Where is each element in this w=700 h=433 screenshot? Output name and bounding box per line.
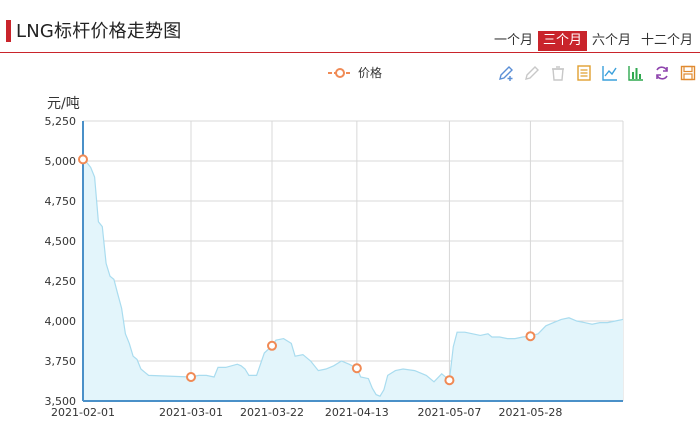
data-point-marker	[525, 331, 536, 342]
y-tick-label: 4,750	[45, 195, 77, 208]
x-tick-label: 2021-04-13	[325, 406, 389, 419]
x-tick-label: 2021-03-22	[240, 406, 304, 419]
data-point-marker	[444, 375, 455, 386]
x-tick-labels: 2021-02-01 2021-03-01 2021-03-22 2021-04-13…	[51, 406, 562, 419]
series-area	[83, 159, 623, 401]
y-tick-label: 5,250	[45, 115, 77, 128]
y-tick-label: 4,250	[45, 275, 77, 288]
price-chart: 5,2505,0004,7504,5004,2504,0003,7503,500…	[45, 115, 624, 419]
x-tick-label: 2021-02-01	[51, 406, 115, 419]
x-tick-label: 2021-05-07	[417, 406, 481, 419]
chart-area-layer	[82, 158, 624, 401]
x-tick-label: 2021-03-01	[159, 406, 223, 419]
data-point-marker	[186, 372, 196, 382]
data-point-marker	[78, 154, 88, 165]
data-point-marker	[267, 340, 277, 351]
y-tick-labels: 5,2505,0004,7504,5004,2504,0003,7503,500	[45, 115, 77, 408]
x-tick-label: 2021-05-28	[498, 406, 562, 419]
y-tick-label: 4,000	[45, 315, 77, 328]
y-tick-label: 5,000	[45, 155, 77, 168]
y-tick-label: 3,750	[45, 355, 77, 368]
y-tick-label: 4,500	[45, 235, 77, 248]
data-point-marker	[351, 363, 362, 374]
